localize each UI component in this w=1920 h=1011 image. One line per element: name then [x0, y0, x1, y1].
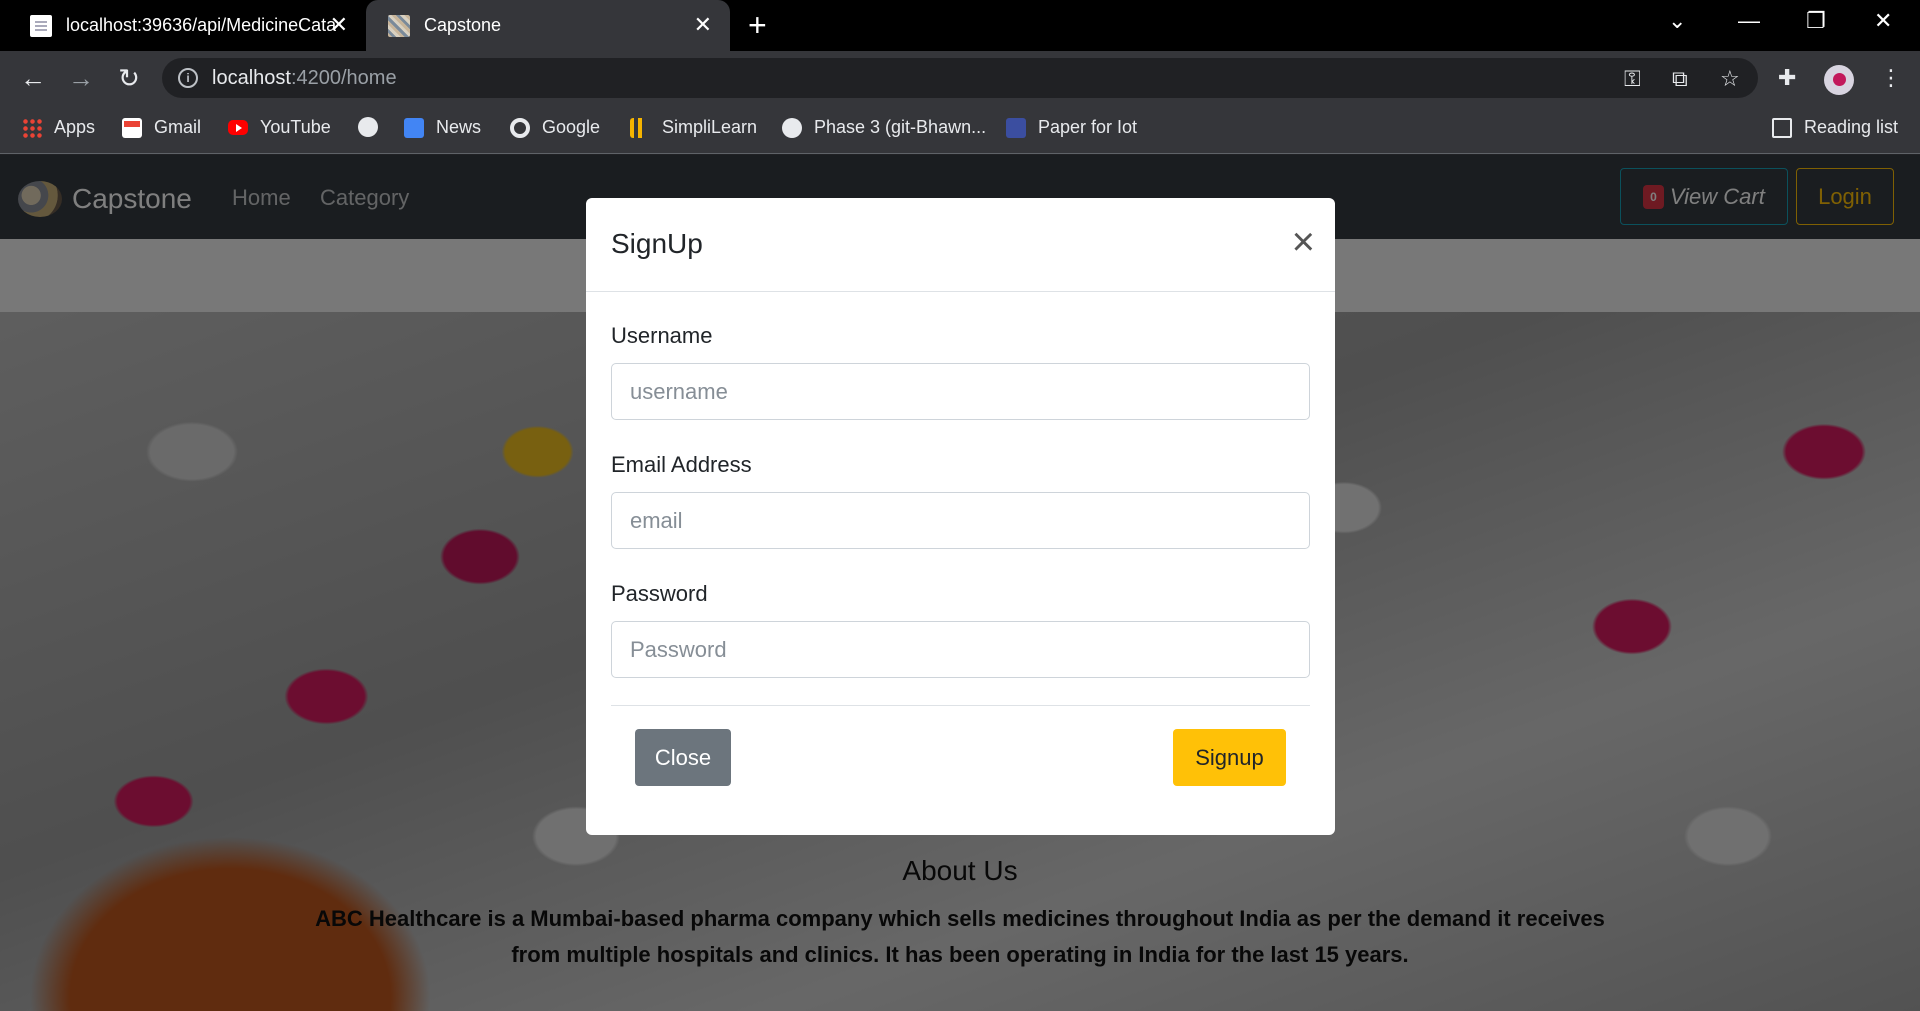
address-bar[interactable]: i localhost:4200/home ⚿ ⧉ ☆ — [162, 58, 1758, 98]
restore-icon[interactable]: ❐ — [1806, 8, 1826, 34]
modal-title: SignUp — [611, 228, 703, 259]
email-label: Email Address — [611, 452, 752, 477]
document-icon — [30, 14, 52, 37]
globe-icon — [358, 117, 378, 137]
bookmark-simplilearn[interactable]: SimpliLearn — [630, 117, 757, 138]
bookmark-paper-iot[interactable]: Paper for Iot — [1006, 117, 1137, 138]
bookmark-label: Apps — [54, 117, 96, 137]
tab-close-icon[interactable]: ✕ — [694, 12, 712, 38]
reload-icon[interactable]: ↻ — [114, 63, 144, 93]
browser-toolbar: ← → ↻ i localhost:4200/home ⚿ ⧉ ☆ ✚ ⋮ — [0, 51, 1920, 105]
bookmarks-bar: Apps Gmail YouTube News Google SimpliLea… — [0, 105, 1920, 154]
site-info-icon[interactable]: i — [178, 68, 198, 88]
password-input[interactable] — [611, 621, 1310, 678]
window-close-icon[interactable]: ✕ — [1874, 8, 1892, 34]
bookmark-label: Google — [542, 117, 601, 137]
modal-divider — [611, 705, 1310, 706]
bookmark-apps[interactable]: Apps — [22, 117, 95, 138]
email-input[interactable] — [611, 492, 1310, 549]
reading-list-icon — [1772, 117, 1792, 138]
forward-icon[interactable]: → — [66, 63, 96, 93]
bookmark-news[interactable]: News — [404, 117, 481, 138]
capstone-favicon-icon — [388, 14, 410, 37]
modal-close-icon[interactable]: × — [1292, 222, 1315, 262]
gmail-icon — [122, 117, 142, 138]
extensions-icon[interactable]: ✚ — [1778, 65, 1796, 91]
github-icon — [782, 117, 802, 138]
google-icon — [510, 117, 530, 138]
signup-button[interactable]: Signup — [1173, 729, 1286, 786]
apps-icon — [22, 117, 42, 138]
browser-tab-api[interactable]: localhost:39636/api/MedicineCatalog ✕ — [8, 0, 366, 51]
bookmark-label: YouTube — [260, 117, 331, 137]
news-icon — [404, 117, 424, 138]
password-label: Password — [611, 581, 708, 606]
tab-search-icon[interactable]: ⌄ — [1668, 8, 1686, 34]
minimize-icon[interactable]: — — [1738, 8, 1760, 34]
close-button[interactable]: Close — [635, 729, 731, 786]
bookmark-github-phase3[interactable]: Phase 3 (git-Bhawn... — [782, 117, 986, 138]
bookmark-label: SimpliLearn — [662, 117, 758, 137]
menu-kebab-icon[interactable]: ⋮ — [1880, 65, 1902, 91]
web-page: Capstone Home Category 0 View Cart Login… — [0, 155, 1920, 1011]
url-text[interactable]: localhost:4200/home — [212, 67, 397, 90]
back-icon[interactable]: ← — [18, 63, 48, 93]
bookmark-label: Phase 3 (git-Bhawn... — [814, 117, 987, 137]
bookmark-star-icon[interactable]: ☆ — [1720, 66, 1740, 92]
reading-list-button[interactable]: Reading list — [1772, 117, 1898, 138]
bookmark-label: Gmail — [154, 117, 202, 137]
bookmark-label: Paper for Iot — [1038, 117, 1138, 137]
ssn-icon — [1006, 117, 1026, 138]
signup-modal: SignUp × Username Email Address Password… — [586, 198, 1335, 835]
tab-close-icon[interactable]: ✕ — [330, 12, 348, 38]
tab-title: localhost:39636/api/MedicineCatalog — [66, 15, 336, 35]
tab-title: Capstone — [424, 15, 502, 35]
bookmark-youtube[interactable]: YouTube — [228, 117, 331, 138]
username-input[interactable] — [611, 363, 1310, 420]
open-in-icon[interactable]: ⧉ — [1672, 66, 1688, 92]
bookmark-google[interactable]: Google — [510, 117, 600, 138]
browser-tab-capstone[interactable]: Capstone ✕ — [366, 0, 730, 51]
username-label: Username — [611, 323, 713, 348]
bookmark-label: News — [436, 117, 482, 137]
simplilearn-icon — [630, 117, 650, 138]
modal-header: SignUp × — [586, 198, 1335, 292]
key-icon[interactable]: ⚿ — [1624, 66, 1641, 92]
profile-avatar[interactable] — [1824, 65, 1854, 95]
bookmark-gmail[interactable]: Gmail — [122, 117, 201, 138]
new-tab-button[interactable]: + — [748, 9, 767, 41]
browser-tab-strip: localhost:39636/api/MedicineCatalog ✕ Ca… — [0, 0, 1920, 51]
reading-list-label: Reading list — [1804, 117, 1899, 137]
bookmark-globe[interactable] — [358, 117, 390, 137]
youtube-icon — [228, 120, 248, 135]
